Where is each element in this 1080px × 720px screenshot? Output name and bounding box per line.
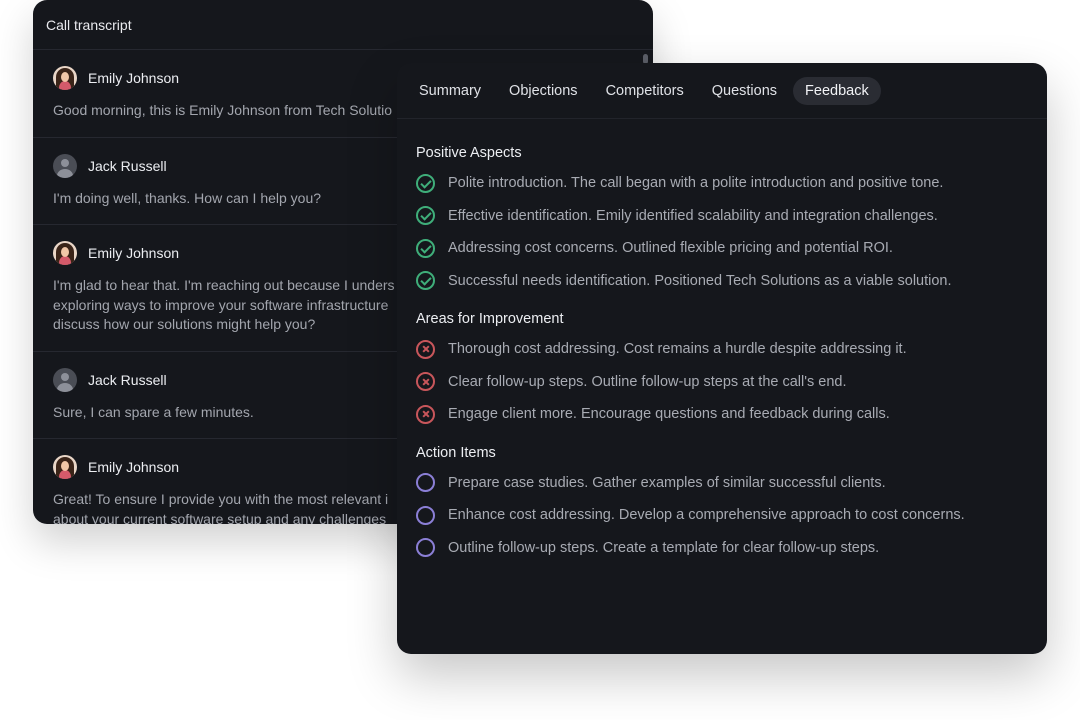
feedback-item: Thorough cost addressing. Cost remains a… [397,333,1047,366]
section-item-list: Thorough cost addressing. Cost remains a… [397,333,1047,431]
feedback-item-text: Effective identification. Emily identifi… [448,207,938,224]
feedback-section: Action Items Prepare case studies. Gather… [397,445,1047,565]
check-circle-icon [416,206,435,226]
feedback-item-text: Polite introduction. The call began with… [448,175,944,192]
analysis-tabs: Summary Objections Competitors Questions Fee… [397,63,1047,119]
x-circle-icon [416,404,435,424]
empty-circle-icon[interactable] [416,538,435,558]
transcript-title: Call transcript [46,16,132,33]
section-title: Action Items [416,444,496,461]
feedback-item: Effective identification. Emily identifi… [397,200,1047,233]
feedback-item: Clear follow-up steps. Outline follow-up… [397,366,1047,399]
empty-circle-icon[interactable] [416,473,435,493]
feedback-item-text: Enhance cost addressing. Develop a compr… [448,507,965,524]
tab-objections[interactable]: Objections [497,77,590,105]
tab-feedback[interactable]: Feedback [793,76,881,105]
feedback-item-text: Engage client more. Encourage questions … [448,406,890,423]
feedback-item[interactable]: Enhance cost addressing. Develop a compr… [397,499,1047,532]
avatar-placeholder-icon [53,153,77,178]
section-item-list: Polite introduction. The call began with… [397,167,1047,297]
check-circle-icon [416,271,435,291]
feedback-item: Polite introduction. The call began with… [397,167,1047,200]
speaker-name: Emily Johnson [88,245,180,261]
speaker-name: Jack Russell [88,157,167,174]
tab-summary[interactable]: Summary [407,77,493,105]
feedback-item: Successful needs identification. Positio… [397,265,1047,298]
feedback-item: Addressing cost concerns. Outlined flexi… [397,232,1047,265]
feedback-item[interactable]: Prepare case studies. Gather examples of… [397,467,1047,500]
feedback-item-text: Prepare case studies. Gather examples of… [448,474,886,491]
feedback-content: Positive Aspects Polite introduction. The… [397,119,1047,564]
tab-competitors[interactable]: Competitors [594,77,696,105]
feedback-item-text: Addressing cost concerns. Outlined flexi… [448,240,893,257]
feedback-section: Positive Aspects Polite introduction. The… [397,145,1047,297]
feedback-item-text: Successful needs identification. Positio… [448,272,952,289]
check-circle-icon [416,238,435,258]
empty-circle-icon[interactable] [416,505,435,525]
feedback-section: Areas for Improvement Thorough cost addre… [397,311,1047,431]
feedback-item[interactable]: Outline follow-up steps. Create a templa… [397,532,1047,565]
tab-questions[interactable]: Questions [700,77,789,105]
x-circle-icon [416,372,435,392]
section-title: Positive Aspects [416,145,522,161]
check-circle-icon [416,173,435,193]
transcript-header: Call transcript [33,0,653,50]
feedback-item-text: Thorough cost addressing. Cost remains a… [448,341,907,358]
feedback-item-text: Clear follow-up steps. Outline follow-up… [448,373,847,390]
avatar-photo [53,241,77,265]
speaker-name: Jack Russell [88,371,167,388]
feedback-item-text: Outline follow-up steps. Create a templa… [448,539,880,556]
analysis-panel: Summary Objections Competitors Questions Fee… [397,63,1047,654]
section-item-list: Prepare case studies. Gather examples of… [397,467,1047,565]
avatar-photo [53,455,77,479]
avatar-photo [53,66,77,90]
feedback-item: Engage client more. Encourage questions … [397,398,1047,431]
section-title: Areas for Improvement [416,311,564,327]
speaker-name: Emily Johnson [88,70,180,86]
speaker-name: Emily Johnson [88,459,180,475]
avatar-placeholder-icon [53,367,77,392]
x-circle-icon [416,339,435,359]
